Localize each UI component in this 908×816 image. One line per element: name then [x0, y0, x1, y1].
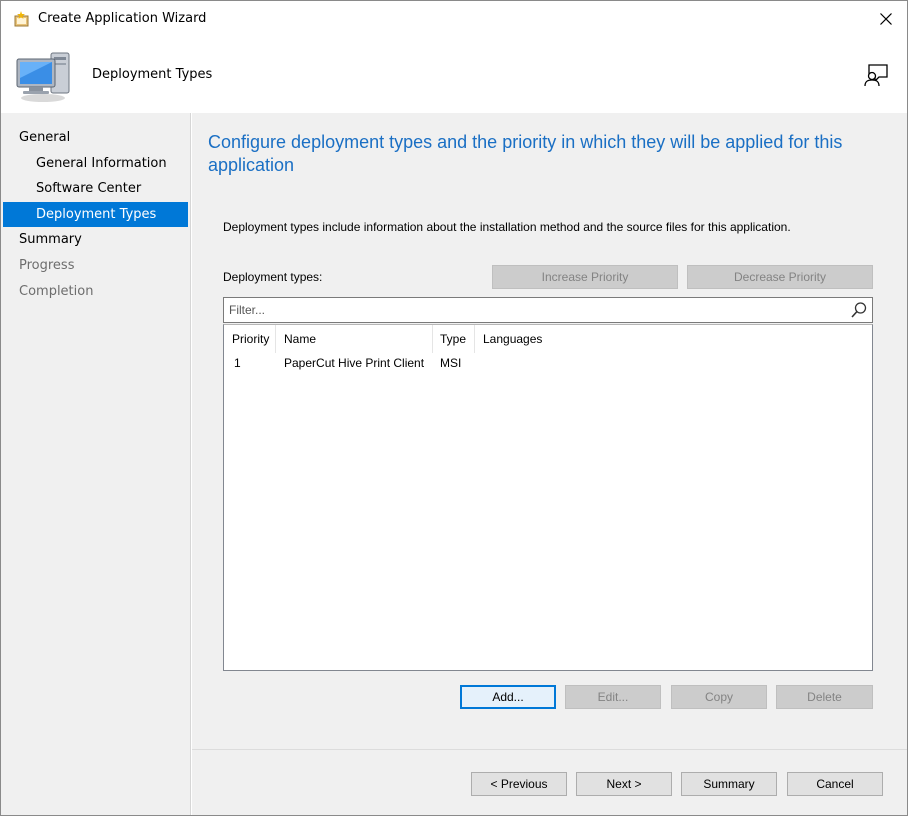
deployment-types-list[interactable]: Priority Name Type Languages 1 PaperCut …	[223, 324, 873, 671]
window-title: Create Application Wizard	[38, 11, 207, 26]
delete-button[interactable]: Delete	[776, 685, 873, 709]
header-title: Deployment Types	[92, 67, 213, 82]
wizard-window: Create Application Wizard Deployment Typ…	[0, 0, 908, 816]
nav-step-general-information[interactable]: General Information	[3, 151, 188, 177]
increase-priority-button[interactable]: Increase Priority	[492, 265, 678, 289]
list-header: Priority Name Type Languages	[224, 325, 872, 353]
close-button[interactable]	[865, 1, 907, 37]
cell-languages	[475, 353, 545, 373]
search-icon[interactable]	[850, 301, 868, 319]
nav-step-progress: Progress	[19, 257, 75, 273]
intro-text: Deployment types include information abo…	[223, 220, 791, 234]
cell-name: PaperCut Hive Print Client	[284, 356, 425, 370]
column-header-languages[interactable]: Languages	[475, 325, 545, 353]
edit-button[interactable]: Edit...	[565, 685, 661, 709]
next-button[interactable]: Next >	[576, 772, 672, 796]
filter-box	[223, 297, 873, 323]
column-header-name[interactable]: Name	[276, 325, 433, 353]
wizard-app-icon	[14, 11, 29, 27]
wizard-steps-nav: General General Information Software Cen…	[1, 113, 191, 815]
summary-button[interactable]: Summary	[681, 772, 777, 796]
column-header-priority[interactable]: Priority	[224, 325, 276, 353]
computer-icon	[16, 52, 70, 102]
nav-step-software-center[interactable]: Software Center	[3, 176, 188, 202]
nav-step-general[interactable]: General	[1, 125, 190, 151]
cell-priority: 1	[234, 356, 241, 370]
copy-button[interactable]: Copy	[671, 685, 767, 709]
decrease-priority-button[interactable]: Decrease Priority	[687, 265, 873, 289]
nav-step-summary[interactable]: Summary	[1, 227, 190, 253]
nav-step-completion: Completion	[19, 283, 94, 299]
cell-type: MSI	[440, 356, 462, 370]
add-button[interactable]: Add...	[460, 685, 556, 709]
close-icon	[880, 13, 892, 25]
wizard-header: Deployment Types	[1, 37, 907, 113]
title-bar: Create Application Wizard	[1, 1, 907, 37]
cancel-button[interactable]: Cancel	[787, 772, 883, 796]
wizard-footer: < Previous Next > Summary Cancel	[192, 749, 907, 815]
feedback-icon[interactable]	[863, 63, 889, 87]
table-row[interactable]: 1 PaperCut Hive Print Client MSI	[224, 353, 872, 373]
deployment-types-label: Deployment types:	[223, 270, 323, 284]
wizard-content: Configure deployment types and the prior…	[192, 113, 907, 749]
column-header-type[interactable]: Type	[433, 325, 475, 353]
nav-step-deployment-types[interactable]: Deployment Types	[3, 201, 188, 228]
page-heading: Configure deployment types and the prior…	[208, 132, 843, 175]
previous-button[interactable]: < Previous	[471, 772, 567, 796]
filter-input[interactable]	[224, 298, 834, 322]
